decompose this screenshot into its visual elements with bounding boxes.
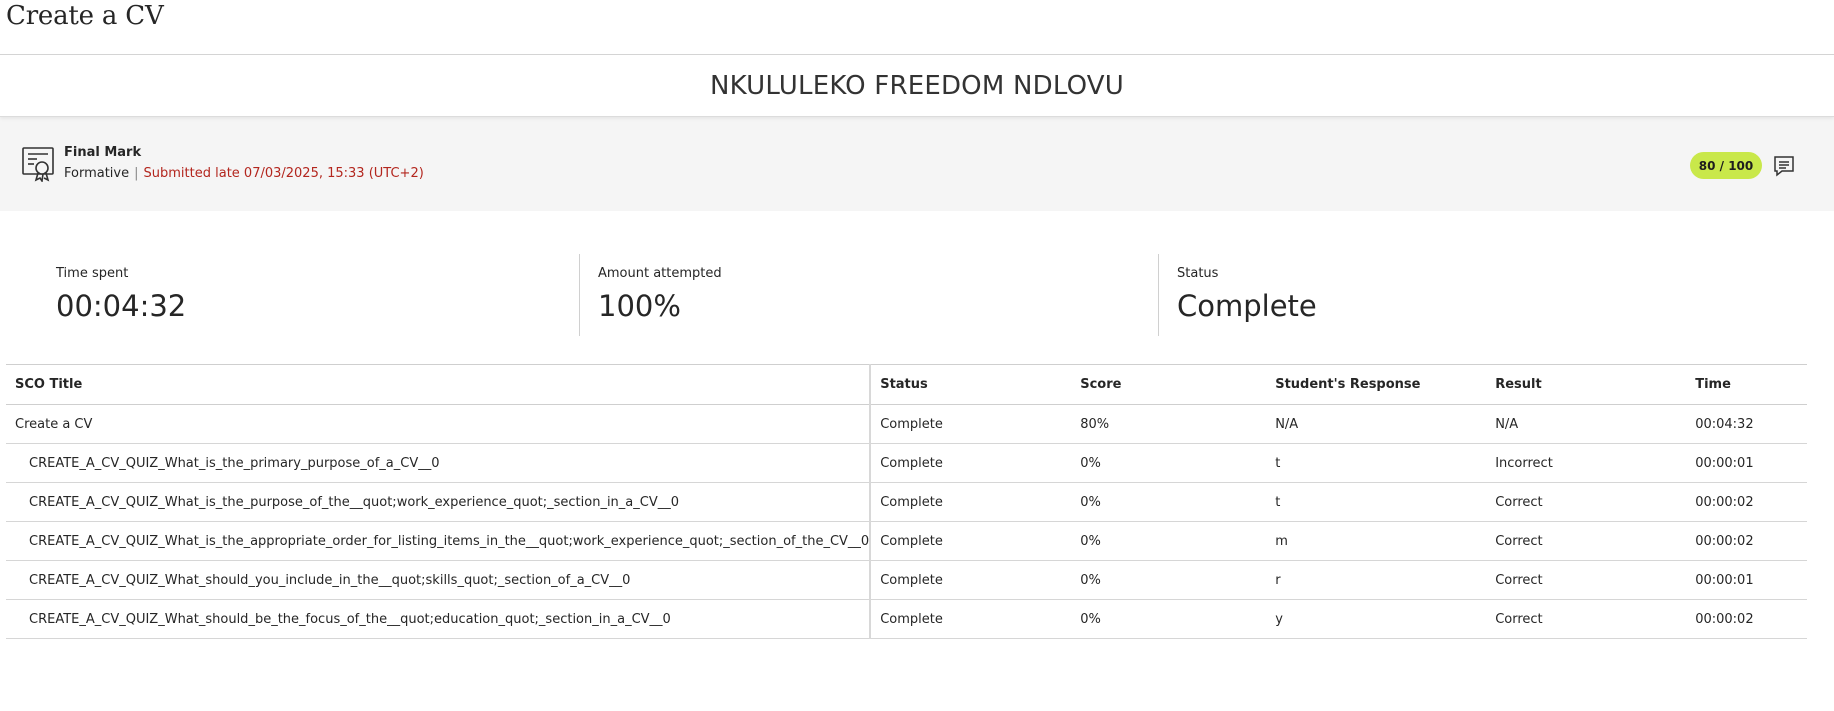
column-header-result: Result: [1486, 364, 1687, 405]
score-badge: 80 / 100: [1690, 152, 1762, 179]
final-mark-details: Formative | Submitted late 07/03/2025, 15:…: [64, 166, 424, 181]
stat-label: Status: [1177, 266, 1219, 281]
table-header-row: SCO Title Status Score Student's Respons…: [6, 364, 1807, 405]
stat-amount-attempted: Amount attempted 100%: [579, 254, 1158, 336]
sco-response: t: [1266, 443, 1487, 483]
certificate-icon: [21, 146, 55, 184]
column-header-status: Status: [870, 364, 1072, 405]
column-header-sco-title: SCO Title: [6, 364, 872, 405]
sco-title: CREATE_A_CV_QUIZ_What_should_be_the_focu…: [6, 599, 872, 639]
attempt-summary: Time spent 00:04:32 Amount attempted 100…: [0, 254, 1834, 336]
sco-status: Complete: [870, 521, 1072, 561]
sco-time: 00:00:01: [1686, 443, 1807, 483]
column-header-score: Score: [1071, 364, 1267, 405]
sco-score: 0%: [1071, 521, 1267, 561]
sco-response: N/A: [1266, 404, 1487, 444]
sco-score: 0%: [1071, 482, 1267, 522]
assessment-type: Formative: [64, 166, 130, 181]
sco-status: Complete: [870, 404, 1072, 444]
sco-time: 00:00:02: [1686, 521, 1807, 561]
page-header: Create a CV: [0, 0, 1834, 55]
sco-response: y: [1266, 599, 1487, 639]
sco-results-table: SCO Title Status Score Student's Respons…: [6, 364, 1807, 639]
sco-response: r: [1266, 560, 1487, 600]
sco-score: 0%: [1071, 599, 1267, 639]
stat-value: Complete: [1177, 289, 1317, 323]
sco-score: 0%: [1071, 443, 1267, 483]
separator: |: [134, 166, 139, 181]
stat-label: Amount attempted: [598, 266, 722, 281]
column-header-response: Student's Response: [1266, 364, 1487, 405]
sco-title: CREATE_A_CV_QUIZ_What_is_the_purpose_of_…: [6, 482, 872, 522]
table-row: CREATE_A_CV_QUIZ_What_is_the_purpose_of_…: [6, 482, 1807, 522]
sco-time: 00:00:01: [1686, 560, 1807, 600]
sco-score: 0%: [1071, 560, 1267, 600]
page-title: Create a CV: [6, 1, 164, 31]
sco-result: Correct: [1486, 599, 1687, 639]
sco-status: Complete: [870, 443, 1072, 483]
sco-title: CREATE_A_CV_QUIZ_What_is_the_appropriate…: [6, 521, 872, 561]
sco-response: t: [1266, 482, 1487, 522]
sco-status: Complete: [870, 599, 1072, 639]
sco-result: Correct: [1486, 521, 1687, 561]
feedback-icon[interactable]: [1773, 155, 1795, 181]
table-row: CREATE_A_CV_QUIZ_What_should_be_the_focu…: [6, 599, 1807, 639]
sco-result: N/A: [1486, 404, 1687, 444]
sco-title: CREATE_A_CV_QUIZ_What_is_the_primary_pur…: [6, 443, 872, 483]
stat-status: Status Complete: [1158, 254, 1737, 336]
stat-value: 00:04:32: [56, 289, 187, 323]
stat-time-spent: Time spent 00:04:32: [0, 254, 579, 336]
sco-time: 00:04:32: [1686, 404, 1807, 444]
student-banner: NKULULEKO FREEDOM NDLOVU: [0, 55, 1834, 117]
stat-label: Time spent: [56, 266, 129, 281]
sco-status: Complete: [870, 560, 1072, 600]
sco-time: 00:00:02: [1686, 482, 1807, 522]
final-mark-panel: Final Mark Formative | Submitted late 07/0…: [0, 117, 1834, 211]
table-row: Create a CV Complete 80% N/A N/A 00:04:3…: [6, 404, 1807, 444]
stat-value: 100%: [598, 289, 681, 323]
table-row: CREATE_A_CV_QUIZ_What_should_you_include…: [6, 560, 1807, 600]
sco-status: Complete: [870, 482, 1072, 522]
table-row: CREATE_A_CV_QUIZ_What_is_the_primary_pur…: [6, 443, 1807, 483]
sco-result: Correct: [1486, 560, 1687, 600]
sco-response: m: [1266, 521, 1487, 561]
submission-status: Submitted late 07/03/2025, 15:33 (UTC+2): [143, 166, 424, 181]
sco-title: CREATE_A_CV_QUIZ_What_should_you_include…: [6, 560, 872, 600]
table-row: CREATE_A_CV_QUIZ_What_is_the_appropriate…: [6, 521, 1807, 561]
sco-time: 00:00:02: [1686, 599, 1807, 639]
sco-result: Incorrect: [1486, 443, 1687, 483]
column-header-time: Time: [1686, 364, 1807, 405]
sco-title: Create a CV: [6, 404, 872, 444]
final-mark-title: Final Mark: [64, 145, 142, 160]
sco-score: 80%: [1071, 404, 1267, 444]
sco-result: Correct: [1486, 482, 1687, 522]
student-name: NKULULEKO FREEDOM NDLOVU: [709, 70, 1125, 101]
